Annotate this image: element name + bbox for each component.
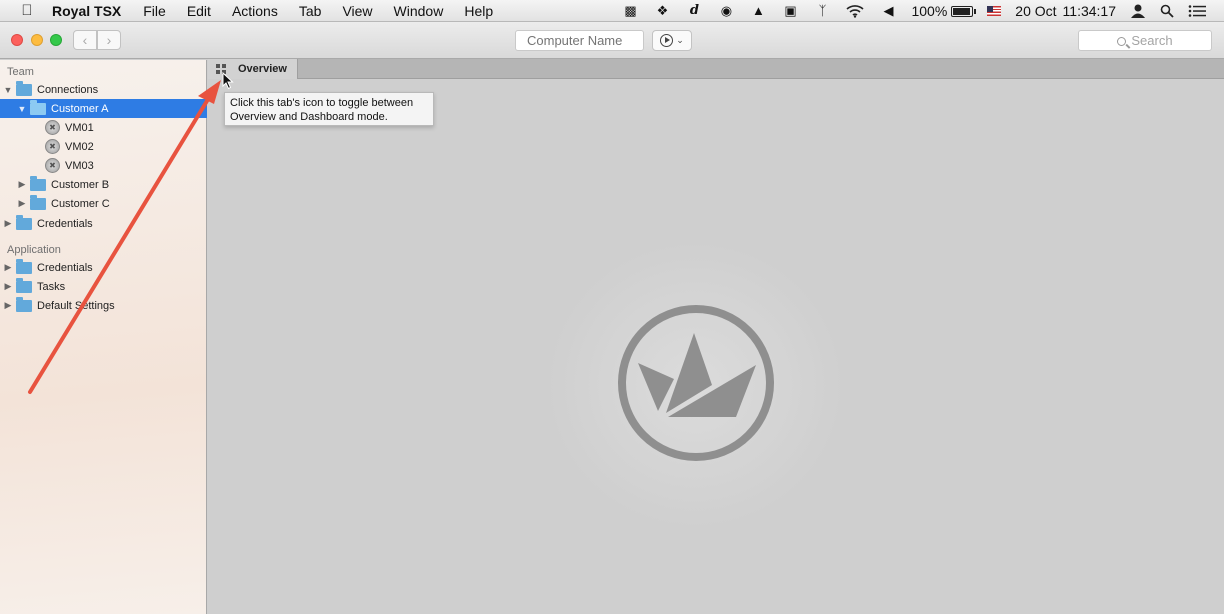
application-section-header: Application (7, 244, 61, 256)
clock-app-icon[interactable]: ◉ (717, 4, 735, 18)
folder-icon (16, 258, 32, 274)
user-icon[interactable] (1130, 4, 1146, 18)
folder-icon (16, 214, 32, 230)
folder-icon (16, 277, 32, 293)
sidebar-item-customer-c[interactable]: ▶ Customer C (0, 194, 207, 213)
dash-icon[interactable]: d (685, 4, 703, 18)
tooltip-line-1: Click this tab's icon to toggle between (230, 97, 414, 109)
sidebar-item-label: Credentials (37, 217, 93, 230)
disclosure-collapsed-icon[interactable]: ▶ (17, 198, 27, 209)
folder-icon (30, 99, 46, 115)
wifi-icon[interactable] (845, 4, 865, 18)
menu-bar:  Royal TSX File Edit Actions Tab View W… (0, 0, 1224, 22)
chevron-right-icon: › (106, 32, 112, 48)
sidebar-item-vm03[interactable]: ✖ VM03 (0, 156, 207, 175)
zoom-window-button[interactable] (50, 34, 62, 46)
play-icon (660, 34, 674, 47)
menu-app-name[interactable]: Royal TSX (52, 3, 121, 19)
spotlight-search-icon[interactable] (1160, 4, 1174, 18)
sidebar-item-vm01[interactable]: ✖ VM01 (0, 118, 207, 137)
sidebar-item-label: Customer B (51, 178, 110, 191)
forward-button[interactable]: › (97, 30, 121, 50)
sidebar-item-label: Customer A (51, 102, 109, 115)
disclosure-collapsed-icon[interactable]: ▶ (3, 300, 13, 311)
disclosure-expanded-icon[interactable]: ▼ (17, 104, 27, 114)
navigation-sidebar: Team ▼ Connections ▼ Customer A ✖ VM01 ✖… (0, 60, 207, 614)
battery-percent: 100% (911, 3, 948, 19)
battery-fill (953, 7, 971, 15)
mouse-cursor-icon (222, 72, 234, 90)
menu-status-area: ▩ ❖ d ◉ ▲ ▣ ᛉ ◀ 100% 20 Oct 11:34:17 (621, 0, 1224, 22)
search-input[interactable]: Search (1078, 30, 1212, 51)
disclosure-collapsed-icon[interactable]: ▶ (3, 281, 13, 292)
folder-icon (30, 175, 46, 191)
bluetooth-icon[interactable]: ᛉ (813, 4, 831, 18)
menu-help[interactable]: Help (464, 3, 493, 19)
tab-bar: Overview (208, 59, 1224, 79)
sidebar-item-label: Customer C (51, 197, 110, 210)
sidebar-item-customer-b[interactable]: ▶ Customer B (0, 175, 207, 194)
search-placeholder: Search (1131, 33, 1173, 48)
menu-tab[interactable]: Tab (299, 3, 322, 19)
sidebar-item-vm02[interactable]: ✖ VM02 (0, 137, 207, 156)
connect-play-button[interactable]: ⌄ (652, 30, 692, 51)
sidebar-item-app-credentials[interactable]: ▶ Credentials (0, 258, 207, 277)
computer-name-input[interactable] (515, 30, 644, 51)
sidebar-item-label: Tasks (37, 280, 66, 293)
remote-desktop-icon: ✖ (45, 158, 60, 173)
sidebar-item-label: Connections (37, 83, 99, 96)
video-camera-icon[interactable]: ▩ (621, 4, 639, 18)
tooltip-line-2: Overview and Dashboard mode. (230, 111, 388, 123)
chevron-down-icon: ⌄ (676, 35, 684, 45)
folder-icon (16, 80, 32, 96)
volume-icon[interactable]: ◀ (879, 4, 897, 18)
tab-icon-tooltip: Click this tab's icon to toggle between … (224, 92, 434, 126)
disclosure-expanded-icon[interactable]: ▼ (3, 85, 13, 95)
dropbox-icon[interactable]: ❖ (653, 4, 671, 18)
google-drive-icon[interactable]: ▲ (749, 4, 767, 18)
notification-center-icon[interactable] (1188, 4, 1206, 18)
folder-icon (30, 194, 46, 210)
chevron-left-icon: ‹ (82, 32, 88, 48)
back-button[interactable]: ‹ (73, 30, 97, 50)
menu-view[interactable]: View (342, 3, 372, 19)
display-icon[interactable]: ▣ (781, 4, 799, 18)
disclosure-collapsed-icon[interactable]: ▶ (3, 218, 13, 229)
menu-actions[interactable]: Actions (232, 3, 278, 19)
tab-overview-label: Overview (238, 63, 287, 75)
menu-edit[interactable]: Edit (187, 3, 211, 19)
clock-date[interactable]: 20 Oct 11:34:17 (1015, 3, 1116, 19)
date-text: 20 Oct (1015, 3, 1057, 19)
sidebar-item-customer-a[interactable]: ▼ Customer A (0, 99, 207, 118)
apple-icon[interactable]:  (18, 2, 36, 19)
sidebar-item-label: VM01 (65, 121, 94, 134)
disclosure-collapsed-icon[interactable]: ▶ (17, 179, 27, 190)
time-text: 11:34:17 (1062, 3, 1116, 19)
team-section-header: Team (7, 66, 34, 78)
remote-desktop-icon: ✖ (45, 120, 60, 135)
sidebar-item-label: Default Settings (37, 299, 115, 312)
input-source-flag-icon[interactable] (987, 6, 1002, 16)
remote-desktop-icon: ✖ (45, 139, 60, 154)
sidebar-item-default-settings[interactable]: ▶ Default Settings (0, 296, 207, 315)
sidebar-item-tasks[interactable]: ▶ Tasks (0, 277, 207, 296)
menu-window[interactable]: Window (394, 3, 444, 19)
sidebar-item-connections[interactable]: ▼ Connections (0, 80, 207, 99)
sidebar-item-label: Credentials (37, 261, 93, 274)
battery-icon (951, 5, 977, 17)
battery-status[interactable]: 100% (911, 3, 977, 19)
window-toolbar: ‹ › ⌄ Search (0, 22, 1224, 59)
sidebar-item-label: VM02 (65, 140, 94, 153)
menu-file[interactable]: File (143, 3, 166, 19)
close-window-button[interactable] (11, 34, 23, 46)
sidebar-item-label: VM03 (65, 159, 94, 172)
royal-tsx-logo-icon (618, 305, 774, 461)
folder-icon (16, 296, 32, 312)
search-icon (1117, 37, 1127, 46)
disclosure-collapsed-icon[interactable]: ▶ (3, 262, 13, 273)
sidebar-item-team-credentials[interactable]: ▶ Credentials (0, 214, 207, 233)
minimize-window-button[interactable] (31, 34, 43, 46)
